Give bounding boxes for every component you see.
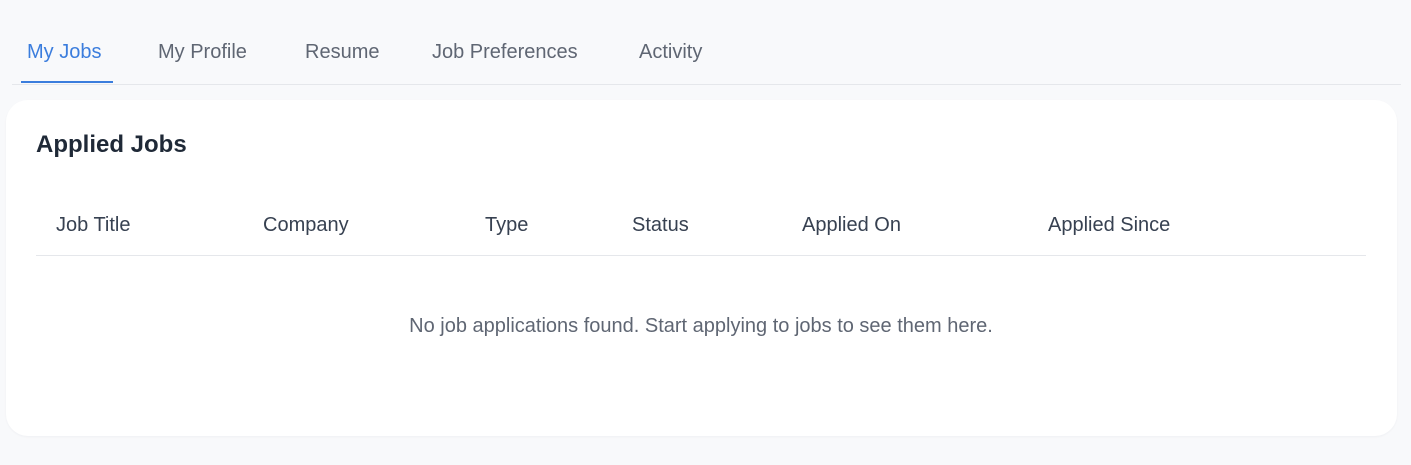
table-header: Job Title Company Type Status Applied On…: [36, 198, 1366, 256]
tab-bar: My Jobs My Profile Resume Job Preference…: [12, 22, 1401, 85]
applied-jobs-card: Applied Jobs Job Title Company Type Stat…: [6, 100, 1397, 436]
column-header-job-title[interactable]: Job Title: [56, 198, 130, 252]
tab-resume[interactable]: Resume: [305, 22, 379, 83]
column-header-type[interactable]: Type: [485, 198, 528, 252]
column-header-company[interactable]: Company: [263, 198, 349, 252]
tab-activity[interactable]: Activity: [639, 22, 702, 83]
tab-my-jobs[interactable]: My Jobs: [21, 22, 113, 83]
tab-my-profile[interactable]: My Profile: [158, 22, 247, 83]
column-header-applied-since[interactable]: Applied Since: [1048, 198, 1170, 252]
column-header-status[interactable]: Status: [632, 198, 689, 252]
empty-state-message: No job applications found. Start applyin…: [409, 315, 993, 337]
column-header-applied-on[interactable]: Applied On: [802, 198, 901, 252]
tab-job-preferences[interactable]: Job Preferences: [432, 22, 578, 83]
applied-jobs-title: Applied Jobs: [36, 131, 187, 158]
